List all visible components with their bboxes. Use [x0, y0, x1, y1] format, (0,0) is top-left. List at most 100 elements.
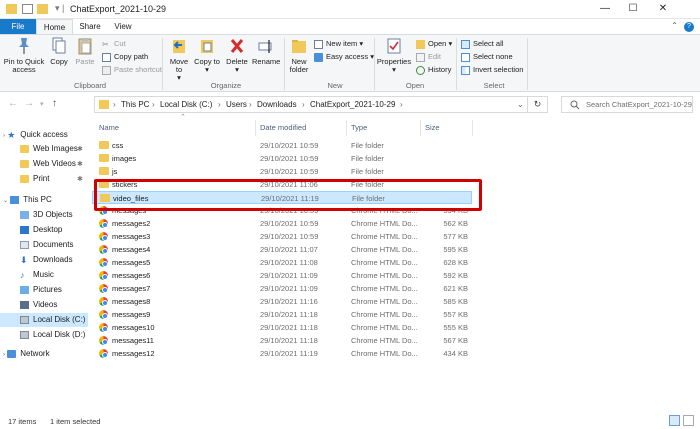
address-dropdown-icon[interactable]: ⌄ — [517, 100, 524, 109]
column-divider[interactable] — [255, 120, 256, 136]
quick-access-toolbar-dropdown-icon[interactable]: ▾ | — [55, 3, 64, 14]
table-row[interactable]: messages6 29/10/2021 11:09 Chrome HTML Do.… — [92, 269, 472, 282]
table-row[interactable]: css 29/10/2021 10:59 File folder — [92, 139, 472, 152]
table-row[interactable]: js 29/10/2021 10:59 File folder — [92, 165, 472, 178]
up-arrow-icon[interactable]: ↑ — [52, 98, 57, 109]
chrome-icon — [99, 323, 108, 332]
file-size: 567 KB — [443, 336, 468, 345]
table-row[interactable]: messages9 29/10/2021 11:18 Chrome HTML Do.… — [92, 308, 472, 321]
properties-button[interactable]: Properties ▾ — [376, 37, 412, 74]
dropdown-arrow-icon: ▾ — [448, 39, 453, 48]
group-divider — [527, 38, 528, 90]
breadcrumb-local-disk-c[interactable]: Local Disk (C:) — [160, 100, 212, 109]
properties-icon[interactable] — [22, 4, 33, 14]
table-row[interactable]: messages11 29/10/2021 11:18 Chrome HTML Do… — [92, 334, 472, 347]
new-item-button[interactable]: New item ▾ — [314, 38, 363, 50]
nav-item-local-disk-c[interactable]: Local Disk (C:) — [0, 313, 88, 327]
nav-item-pictures[interactable]: Pictures — [20, 283, 62, 297]
tab-home[interactable]: Home — [36, 19, 73, 34]
table-row[interactable]: messages2 29/10/2021 10:59 Chrome HTML Do.… — [92, 217, 472, 230]
delete-button[interactable]: Delete ▾ — [224, 37, 250, 74]
open-button[interactable]: Open ▾ — [416, 38, 452, 50]
file-name: messages3 — [112, 232, 151, 241]
nav-item-documents[interactable]: Documents — [20, 238, 73, 252]
new-folder-button[interactable]: New folder — [287, 37, 311, 74]
address-bar[interactable]: › This PC › Local Disk (C:) › Users › Do… — [94, 96, 528, 113]
table-row[interactable]: messages4 29/10/2021 11:07 Chrome HTML Do.… — [92, 243, 472, 256]
nav-item-print[interactable]: Print — [20, 172, 49, 186]
table-row[interactable]: messages 29/10/2021 10:59 Chrome HTML Do..… — [92, 204, 472, 217]
breadcrumb-chatexport[interactable]: ChatExport_2021-10-29 — [310, 100, 395, 109]
refresh-button[interactable]: ↻ — [528, 96, 548, 113]
recent-locations-icon[interactable]: ▾ — [40, 100, 44, 108]
table-row[interactable]: stickers 29/10/2021 11:06 File folder — [92, 178, 472, 191]
file-type: Chrome HTML Do... — [351, 232, 418, 241]
forward-arrow-icon[interactable]: → — [24, 98, 34, 109]
table-row[interactable]: images 29/10/2021 10:59 File folder — [92, 152, 472, 165]
paste-button[interactable]: Paste — [74, 37, 96, 66]
back-arrow-icon[interactable]: ← — [8, 98, 18, 109]
minimize-ribbon-icon[interactable]: ⌃ — [671, 21, 678, 30]
help-icon[interactable]: ? — [684, 22, 694, 32]
nav-this-pc[interactable]: ⌄ This PC — [3, 193, 52, 207]
pin-to-quick-access-button[interactable]: Pin to Quick access — [2, 37, 46, 74]
maximize-button[interactable]: ☐ — [620, 0, 646, 19]
nav-item-3d-objects[interactable]: 3D Objects — [20, 208, 73, 222]
pin-label: Pin to Quick access — [3, 57, 45, 74]
cut-button[interactable]: ✂ Cut — [102, 38, 126, 50]
nav-item-videos[interactable]: Videos — [20, 298, 57, 312]
column-header-date[interactable]: Date modified — [260, 123, 306, 132]
computer-icon — [10, 195, 20, 204]
history-button[interactable]: History — [416, 64, 451, 76]
table-row[interactable]: messages10 29/10/2021 11:18 Chrome HTML Do… — [92, 321, 472, 334]
column-divider[interactable] — [420, 120, 421, 136]
table-row[interactable]: messages7 29/10/2021 11:09 Chrome HTML Do.… — [92, 282, 472, 295]
column-divider[interactable] — [346, 120, 347, 136]
large-icons-view-button[interactable] — [683, 415, 694, 426]
column-header-type[interactable]: Type — [351, 123, 367, 132]
tab-share[interactable]: Share — [75, 19, 105, 34]
file-size: 557 KB — [443, 310, 468, 319]
file-date: 29/10/2021 11:09 — [260, 284, 318, 293]
rename-button[interactable]: Rename — [252, 37, 280, 66]
breadcrumb-users[interactable]: Users — [226, 100, 247, 109]
breadcrumb-separator: › — [218, 100, 221, 109]
close-button[interactable]: ✕ — [650, 0, 676, 19]
column-header-size[interactable]: Size — [425, 123, 440, 132]
breadcrumb-this-pc[interactable]: This PC — [121, 100, 149, 109]
nav-item-music[interactable]: ♪ Music — [20, 268, 54, 282]
table-row-selected[interactable]: video_files 29/10/2021 11:19 File folder — [92, 191, 472, 204]
copy-button[interactable]: Copy — [48, 37, 70, 66]
column-header-name[interactable]: Name — [99, 123, 119, 132]
column-divider[interactable] — [472, 120, 473, 136]
details-view-button[interactable] — [669, 415, 680, 426]
nav-item-downloads[interactable]: ⬇ Downloads — [20, 253, 73, 267]
nav-network[interactable]: › Network — [3, 347, 50, 361]
file-type: Chrome HTML Do... — [351, 271, 418, 280]
nav-quick-access[interactable]: › ★ Quick access — [3, 128, 68, 142]
search-input[interactable]: Search ChatExport_2021-10-29 — [561, 96, 693, 113]
tab-file[interactable]: File — [0, 19, 36, 34]
nav-item-web-images[interactable]: Web Images — [20, 142, 78, 156]
copy-to-button[interactable]: Copy to ▾ — [194, 37, 220, 74]
paste-shortcut-button[interactable]: Paste shortcut — [102, 64, 162, 76]
nav-item-desktop[interactable]: Desktop — [20, 223, 62, 237]
nav-item-local-disk-d[interactable]: Local Disk (D:) — [20, 328, 85, 342]
chevron-right-icon: › — [3, 352, 5, 358]
tab-view[interactable]: View — [108, 19, 138, 34]
select-all-button[interactable]: Select all — [461, 38, 503, 50]
table-row[interactable]: messages12 29/10/2021 11:19 Chrome HTML Do… — [92, 347, 472, 360]
minimize-button[interactable]: — — [592, 0, 618, 19]
move-to-button[interactable]: Move to ▾ — [166, 37, 192, 82]
new-folder-icon[interactable] — [37, 4, 48, 14]
copy-path-button[interactable]: Copy path — [102, 51, 148, 63]
nav-item-web-videos[interactable]: Web Videos — [20, 157, 76, 171]
easy-access-button[interactable]: Easy access ▾ — [314, 51, 374, 63]
invert-selection-button[interactable]: Invert selection — [461, 64, 523, 76]
table-row[interactable]: messages8 29/10/2021 11:16 Chrome HTML Do.… — [92, 295, 472, 308]
edit-button[interactable]: Edit — [416, 51, 441, 63]
table-row[interactable]: messages5 29/10/2021 11:08 Chrome HTML Do.… — [92, 256, 472, 269]
select-none-button[interactable]: Select none — [461, 51, 513, 63]
table-row[interactable]: messages3 29/10/2021 10:59 Chrome HTML Do.… — [92, 230, 472, 243]
breadcrumb-downloads[interactable]: Downloads — [257, 100, 297, 109]
